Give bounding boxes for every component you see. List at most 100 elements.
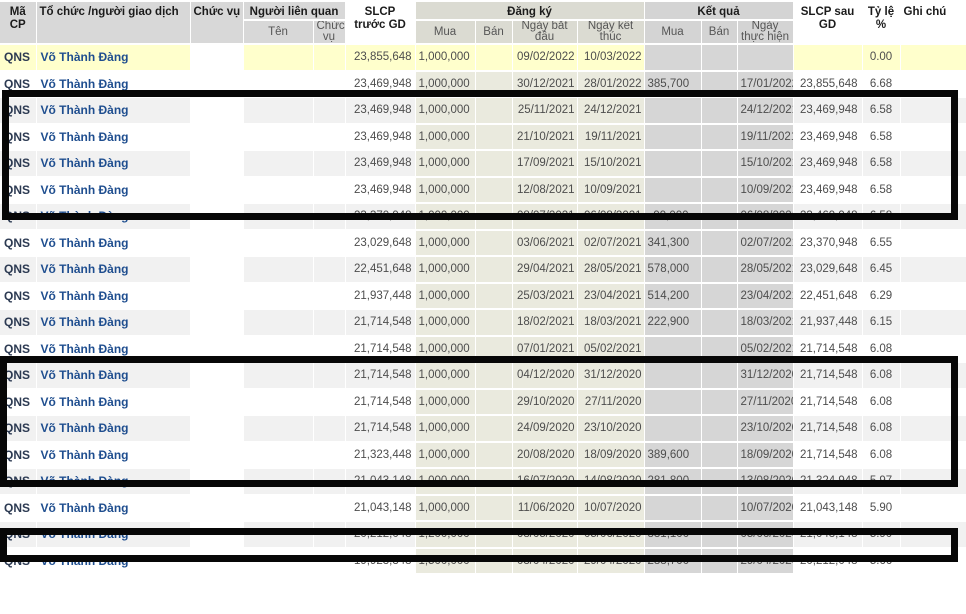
cell-result-sell [701, 442, 737, 469]
cell-reg-start-date: 29/04/2021 [512, 256, 577, 283]
cell-result-sell [701, 389, 737, 416]
table-row: QNSVõ Thành Đàng23,855,6481,000,00009/02… [0, 44, 966, 71]
cell-reg-sell [475, 283, 512, 310]
cell-code: QNS [0, 283, 36, 310]
cell-shares-after: 21,714,548 [793, 389, 862, 416]
cell-result-sell [701, 309, 737, 336]
cell-code: QNS [0, 495, 36, 522]
cell-exec-date: 17/01/2022 [737, 71, 793, 98]
cell-trader-name[interactable]: Võ Thành Đàng [36, 521, 190, 548]
cell-shares-before: 23,469,948 [345, 150, 415, 177]
cell-reg-start-date: 18/02/2021 [512, 309, 577, 336]
cell-code: QNS [0, 44, 36, 71]
cell-trader-name[interactable]: Võ Thành Đàng [36, 203, 190, 230]
cell-result-sell [701, 71, 737, 98]
cell-code: QNS [0, 415, 36, 442]
cell-shares-after: 21,937,448 [793, 309, 862, 336]
table-row: QNSVõ Thành Đàng21,043,1481,000,00011/06… [0, 495, 966, 522]
header-note: Ghi chú [900, 2, 966, 44]
cell-result-sell [701, 230, 737, 257]
table-row: QNSVõ Thành Đàng23,469,9481,000,00025/11… [0, 97, 966, 124]
cell-trader-name[interactable]: Võ Thành Đàng [36, 71, 190, 98]
cell-reg-sell [475, 71, 512, 98]
cell-code: QNS [0, 521, 36, 548]
cell-result-buy [644, 44, 701, 71]
cell-trader-name[interactable]: Võ Thành Đàng [36, 495, 190, 522]
cell-trader-name[interactable]: Võ Thành Đàng [36, 124, 190, 151]
table-row: QNSVõ Thành Đàng22,451,6481,000,00029/04… [0, 256, 966, 283]
cell-shares-before: 23,855,648 [345, 44, 415, 71]
cell-related-position [313, 124, 345, 151]
table-row: QNSVõ Thành Đàng19,923,3481,500,00003/04… [0, 548, 966, 575]
cell-related-position [313, 389, 345, 416]
cell-reg-start-date: 09/02/2022 [512, 44, 577, 71]
header-result-sell: Bán [701, 20, 737, 44]
cell-shares-after: 23,855,648 [793, 71, 862, 98]
cell-result-sell [701, 150, 737, 177]
cell-code: QNS [0, 71, 36, 98]
cell-trader-name[interactable]: Võ Thành Đàng [36, 256, 190, 283]
cell-reg-buy: 1,000,000 [415, 256, 475, 283]
cell-note [900, 548, 966, 575]
cell-reg-buy: 1,000,000 [415, 177, 475, 204]
cell-reg-buy: 1,000,000 [415, 415, 475, 442]
cell-trader-name[interactable]: Võ Thành Đàng [36, 415, 190, 442]
cell-result-buy [644, 389, 701, 416]
cell-shares-before: 21,714,548 [345, 336, 415, 363]
cell-related-name [243, 336, 313, 363]
cell-code: QNS [0, 150, 36, 177]
cell-related-name [243, 203, 313, 230]
cell-ratio: 6.15 [862, 309, 900, 336]
cell-reg-end-date: 29/04/2020 [577, 548, 644, 575]
cell-result-sell [701, 336, 737, 363]
cell-ratio: 6.58 [862, 177, 900, 204]
cell-shares-before: 21,043,148 [345, 495, 415, 522]
cell-trader-name[interactable]: Võ Thành Đàng [36, 309, 190, 336]
cell-shares-before: 21,714,548 [345, 415, 415, 442]
cell-related-name [243, 177, 313, 204]
cell-shares-before: 21,714,548 [345, 362, 415, 389]
cell-reg-buy: 1,000,000 [415, 389, 475, 416]
cell-trader-name[interactable]: Võ Thành Đàng [36, 230, 190, 257]
header-result-group: Kết quả [644, 2, 793, 20]
cell-trader-name[interactable]: Võ Thành Đàng [36, 468, 190, 495]
header-related-name: Tên [243, 20, 313, 44]
cell-related-position [313, 97, 345, 124]
cell-result-sell [701, 44, 737, 71]
cell-trader-name[interactable]: Võ Thành Đàng [36, 283, 190, 310]
cell-position [190, 389, 243, 416]
cell-trader-name[interactable]: Võ Thành Đàng [36, 389, 190, 416]
cell-code: QNS [0, 230, 36, 257]
cell-trader-name[interactable]: Võ Thành Đàng [36, 548, 190, 575]
cell-shares-before: 23,029,648 [345, 230, 415, 257]
cell-ratio: 6.58 [862, 203, 900, 230]
cell-reg-end-date: 14/08/2020 [577, 468, 644, 495]
cell-reg-sell [475, 256, 512, 283]
cell-trader-name[interactable]: Võ Thành Đàng [36, 150, 190, 177]
cell-reg-end-date: 10/03/2022 [577, 44, 644, 71]
cell-trader-name[interactable]: Võ Thành Đàng [36, 336, 190, 363]
cell-trader-name[interactable]: Võ Thành Đàng [36, 97, 190, 124]
cell-exec-date: 13/08/2020 [737, 468, 793, 495]
cell-note [900, 150, 966, 177]
header-position: Chức vụ [190, 2, 243, 44]
cell-position [190, 415, 243, 442]
cell-reg-start-date: 04/12/2020 [512, 362, 577, 389]
cell-trader-name[interactable]: Võ Thành Đàng [36, 362, 190, 389]
cell-exec-date: 05/02/2021 [737, 336, 793, 363]
cell-result-buy: 385,700 [644, 71, 701, 98]
table-row: QNSVõ Thành Đàng21,043,1481,000,00016/07… [0, 468, 966, 495]
cell-reg-end-date: 28/01/2022 [577, 71, 644, 98]
cell-reg-buy: 1,000,000 [415, 124, 475, 151]
cell-result-buy: 514,200 [644, 283, 701, 310]
cell-related-name [243, 442, 313, 469]
cell-trader-name[interactable]: Võ Thành Đàng [36, 442, 190, 469]
cell-reg-buy: 1,500,000 [415, 548, 475, 575]
cell-shares-after: 21,714,548 [793, 442, 862, 469]
cell-position [190, 309, 243, 336]
cell-trader-name[interactable]: Võ Thành Đàng [36, 44, 190, 71]
cell-reg-sell [475, 230, 512, 257]
cell-reg-buy: 1,000,000 [415, 309, 475, 336]
cell-trader-name[interactable]: Võ Thành Đàng [36, 177, 190, 204]
cell-exec-date: 27/11/2020 [737, 389, 793, 416]
